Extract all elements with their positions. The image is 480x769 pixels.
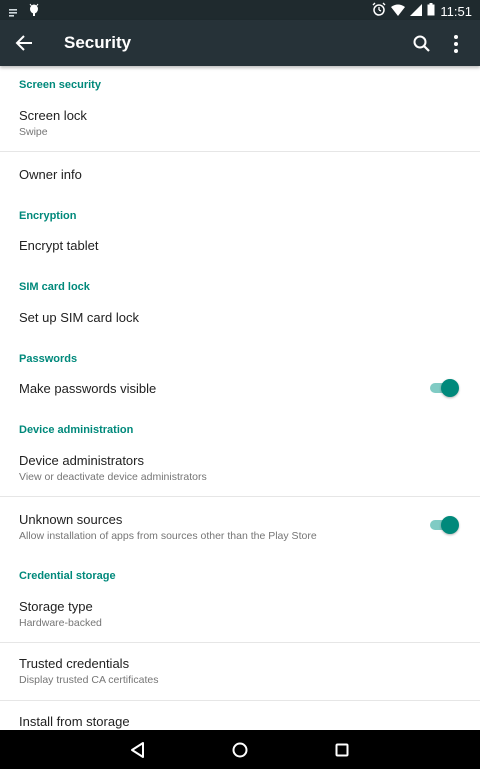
- pref-title: Storage type: [19, 599, 93, 614]
- status-time: 11:51: [440, 4, 472, 19]
- pref-encrypt-tablet[interactable]: Encrypt tablet: [0, 226, 480, 264]
- pref-owner-info[interactable]: Owner info: [0, 152, 480, 198]
- status-bar: 11:51: [0, 0, 480, 20]
- navigation-bar: [0, 730, 480, 769]
- pref-device-administrators[interactable]: Device administrators View or deactivate…: [0, 441, 480, 496]
- category-credential-storage: Credential storage: [19, 570, 116, 582]
- signal-icon: [410, 3, 423, 21]
- unknown-sources-switch[interactable]: [430, 515, 460, 535]
- category-screen-security: Screen security: [19, 79, 101, 91]
- battery-icon: [427, 2, 435, 21]
- category-sim-card-lock: SIM card lock: [19, 281, 90, 293]
- category-device-administration: Device administration: [19, 424, 134, 436]
- pref-title: Unknown sources: [19, 512, 123, 527]
- pref-summary: Swipe: [19, 126, 48, 138]
- settings-list[interactable]: Screen security Screen lock Swipe Owner …: [0, 66, 480, 730]
- pref-storage-type: Storage type Hardware-backed: [0, 586, 480, 642]
- page-title: Security: [64, 33, 132, 52]
- recents-square-icon[interactable]: [331, 739, 353, 761]
- category-passwords: Passwords: [19, 353, 78, 365]
- pref-title: Encrypt tablet: [19, 238, 99, 253]
- pref-summary: Display trusted CA certificates: [19, 674, 159, 686]
- pref-title: Owner info: [19, 167, 82, 182]
- pref-unknown-sources[interactable]: Unknown sources Allow installation of ap…: [0, 497, 480, 557]
- pref-title: Install from storage: [19, 714, 130, 729]
- pref-trusted-credentials[interactable]: Trusted credentials Display trusted CA c…: [0, 643, 480, 700]
- switch-thumb: [441, 516, 459, 534]
- arrow-back-icon[interactable]: [12, 31, 38, 55]
- back-triangle-icon[interactable]: [127, 739, 149, 761]
- pref-sim-card-lock[interactable]: Set up SIM card lock: [0, 298, 480, 336]
- pref-title: Screen lock: [19, 108, 87, 123]
- pref-title: Make passwords visible: [19, 381, 157, 396]
- pref-summary: View or deactivate device administrators: [19, 471, 207, 483]
- pref-summary: Allow installation of apps from sources …: [19, 530, 317, 542]
- more-vert-icon[interactable]: [446, 32, 466, 56]
- pref-install-from-storage[interactable]: Install from storage: [0, 701, 480, 730]
- home-circle-icon[interactable]: [229, 739, 251, 761]
- pref-screen-lock[interactable]: Screen lock Swipe: [0, 96, 480, 151]
- passwords-visible-switch[interactable]: [430, 378, 460, 398]
- pref-title: Device administrators: [19, 453, 144, 468]
- wifi-icon: [391, 3, 406, 21]
- app-toolbar: Security: [0, 20, 480, 66]
- pref-make-passwords-visible[interactable]: Make passwords visible: [0, 369, 480, 409]
- search-icon[interactable]: [410, 32, 434, 56]
- category-encryption: Encryption: [19, 210, 77, 222]
- switch-thumb: [441, 379, 459, 397]
- pref-title: Trusted credentials: [19, 656, 130, 671]
- status-right-icons: 11:51: [372, 2, 472, 21]
- security-settings-screen: 11:51 Security Screen security Screen lo…: [0, 0, 480, 769]
- alarm-icon: [372, 2, 386, 21]
- notification-icon: [8, 4, 18, 22]
- pref-title: Set up SIM card lock: [19, 310, 139, 325]
- pref-summary: Hardware-backed: [19, 617, 102, 629]
